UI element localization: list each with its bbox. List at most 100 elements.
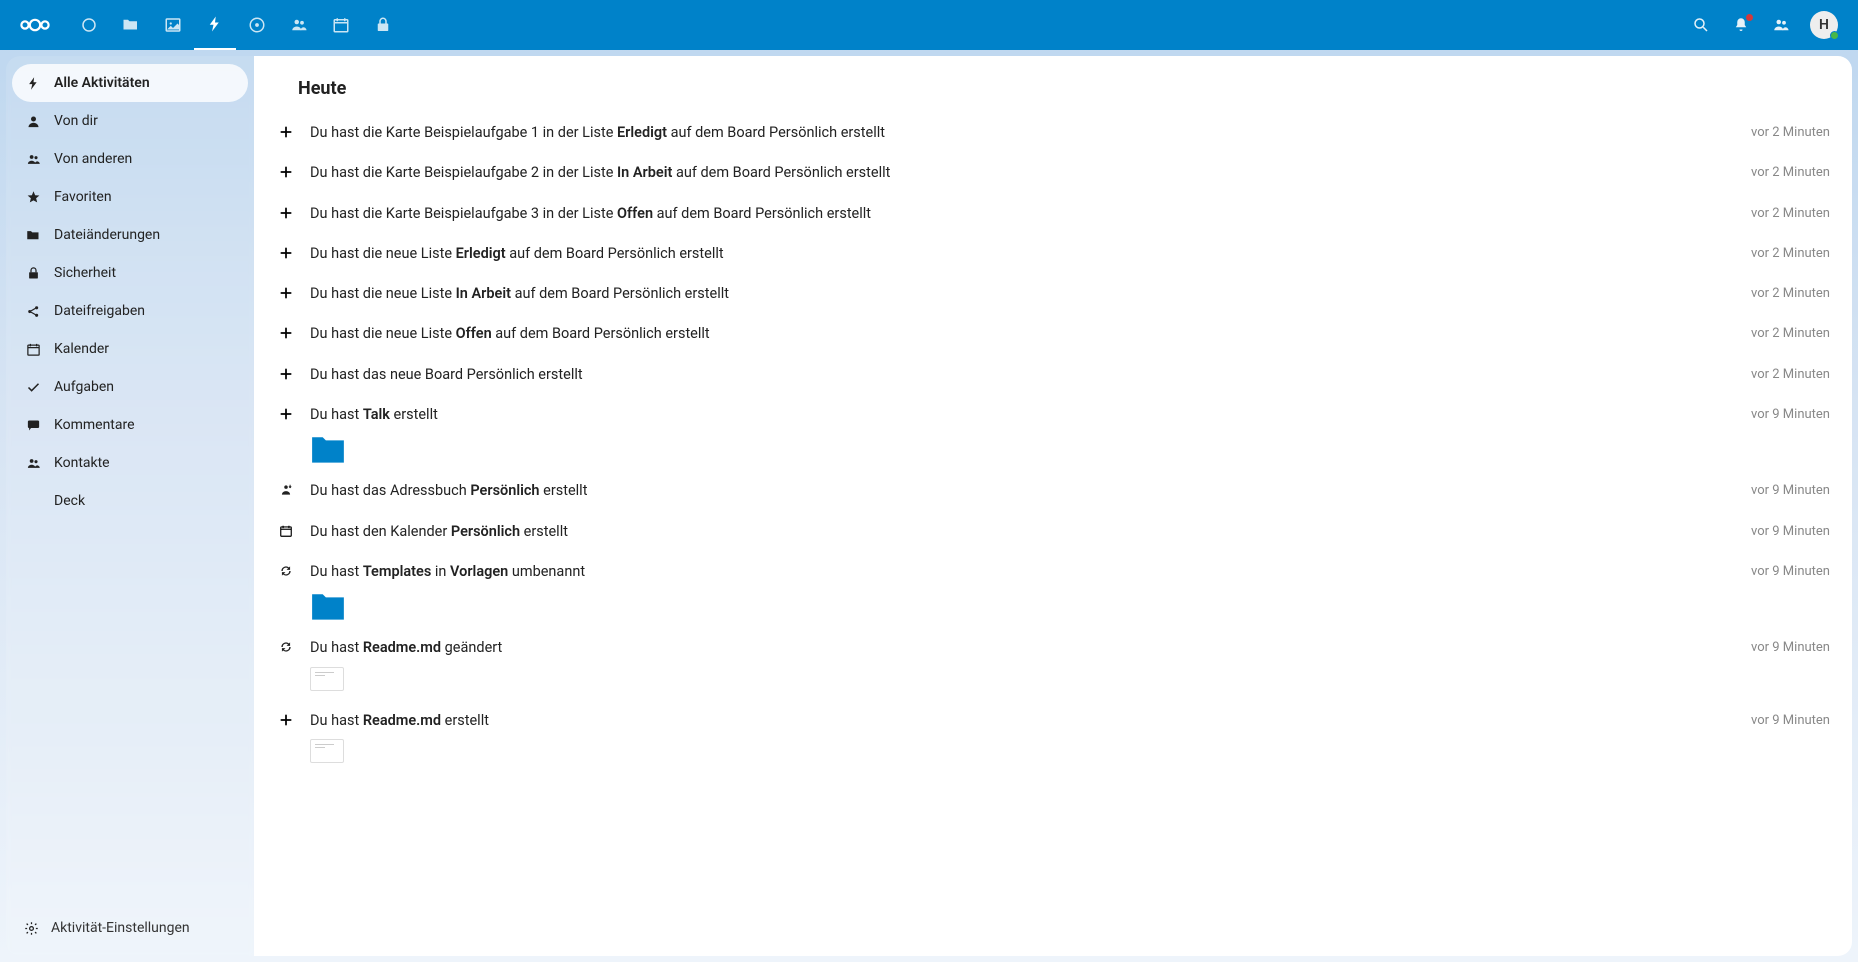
top-bar: H (0, 0, 1858, 50)
nav-passwords[interactable] (362, 0, 404, 50)
sidebar-item-label: Aufgaben (54, 379, 114, 395)
notifications-icon[interactable] (1730, 14, 1752, 36)
activity-time: vor 2 Minuten (1751, 324, 1830, 341)
activity-text: Du hast Readme.md geändert (310, 638, 1737, 690)
sidebar-item-label: Sicherheit (54, 265, 116, 281)
activity-text: Du hast Readme.md erstellt (310, 711, 1737, 763)
activity-row[interactable]: Du hast das neue Board Persönlich erstel… (276, 355, 1830, 395)
sidebar: Alle Aktivitäten Von dir Von anderen Favori… (6, 56, 254, 956)
activity-time: vor 2 Minuten (1751, 244, 1830, 261)
app-nav (68, 0, 404, 50)
activity-text: Du hast Talk erstellt (310, 405, 1737, 461)
activity-text: Du hast die neue Liste In Arbeit auf dem… (310, 284, 1737, 304)
sidebar-item-dateifreigaben[interactable]: Dateifreigaben (12, 292, 248, 330)
avatar-initial: H (1819, 17, 1829, 33)
gear-icon (24, 921, 39, 936)
activity-row[interactable]: Du hast den Kalender Persönlich erstellt… (276, 512, 1830, 552)
activity-row[interactable]: Du hast Readme.md erstellt vor 9 Minuten (276, 701, 1830, 773)
nav-dashboard[interactable] (68, 0, 110, 50)
sidebar-item-deck[interactable]: Deck (12, 482, 248, 520)
activity-text: Du hast die Karte Beispielaufgabe 3 in d… (310, 204, 1737, 224)
nav-talk[interactable] (236, 0, 278, 50)
activity-time: vor 2 Minuten (1751, 204, 1830, 221)
contacts-menu-icon[interactable] (1770, 14, 1792, 36)
plus-icon (276, 123, 296, 139)
activity-time: vor 2 Minuten (1751, 163, 1830, 180)
folder-icon (24, 228, 42, 243)
sidebar-item-label: Deck (54, 493, 85, 509)
activity-time: vor 2 Minuten (1751, 123, 1830, 140)
activity-text: Du hast das Adressbuch Persönlich erstel… (310, 481, 1737, 501)
section-title: Heute (254, 56, 1852, 113)
activity-text: Du hast die neue Liste Offen auf dem Boa… (310, 324, 1737, 344)
sync-icon (276, 638, 296, 654)
main-content: Heute Du hast die Karte Beispielaufgabe … (254, 56, 1852, 956)
sidebar-item-label: Kontakte (54, 455, 110, 471)
sidebar-item-label: Kommentare (54, 417, 135, 433)
plus-icon (276, 284, 296, 300)
activity-row[interactable]: Du hast die neue Liste Offen auf dem Boa… (276, 314, 1830, 354)
nav-contacts[interactable] (278, 0, 320, 50)
activity-row[interactable]: Du hast die Karte Beispielaufgabe 2 in d… (276, 153, 1830, 193)
file-thumb (310, 667, 344, 691)
activity-row[interactable]: Du hast die neue Liste In Arbeit auf dem… (276, 274, 1830, 314)
nextcloud-logo[interactable] (10, 13, 60, 37)
settings-label: Aktivität-Einstellungen (51, 920, 190, 936)
sidebar-item-kalender[interactable]: Kalender (12, 330, 248, 368)
plus-icon (276, 163, 296, 179)
sidebar-item-label: Alle Aktivitäten (54, 75, 150, 91)
bolt-icon (24, 76, 42, 91)
sidebar-item-von-dir[interactable]: Von dir (12, 102, 248, 140)
plus-icon (276, 244, 296, 260)
star-icon (24, 190, 42, 205)
nav-activity[interactable] (194, 0, 236, 50)
sidebar-item-label: Dateiänderungen (54, 227, 160, 243)
activity-time: vor 9 Minuten (1751, 711, 1830, 728)
sidebar-item-aufgaben[interactable]: Aufgaben (12, 368, 248, 406)
sidebar-item-dateiänderungen[interactable]: Dateiänderungen (12, 216, 248, 254)
activity-row[interactable]: Du hast Templates in Vorlagen umbenannt v… (276, 552, 1830, 628)
activity-row[interactable]: Du hast Readme.md geändert vor 9 Minuten (276, 628, 1830, 700)
sidebar-item-kontakte[interactable]: Kontakte (12, 444, 248, 482)
folder-thumb (310, 590, 346, 618)
calendar-icon (24, 342, 42, 357)
activity-row[interactable]: Du hast die Karte Beispielaufgabe 3 in d… (276, 194, 1830, 234)
sidebar-item-label: Von dir (54, 113, 98, 129)
check-icon (24, 380, 42, 395)
activity-time: vor 9 Minuten (1751, 405, 1830, 422)
contact-icon (24, 456, 42, 471)
plus-icon (276, 405, 296, 421)
activity-time: vor 2 Minuten (1751, 365, 1830, 382)
folder-thumb (310, 433, 346, 461)
plus-icon (276, 365, 296, 381)
activity-settings-link[interactable]: Aktivität-Einstellungen (12, 908, 248, 948)
activity-text: Du hast die neue Liste Erledigt auf dem … (310, 244, 1737, 264)
nav-calendar[interactable] (320, 0, 362, 50)
plus-icon (276, 711, 296, 727)
activity-time: vor 9 Minuten (1751, 638, 1830, 655)
share-icon (24, 304, 42, 319)
nav-files[interactable] (110, 0, 152, 50)
sidebar-item-sicherheit[interactable]: Sicherheit (12, 254, 248, 292)
search-icon[interactable] (1690, 14, 1712, 36)
sidebar-item-alle-aktivitäten[interactable]: Alle Aktivitäten (12, 64, 248, 102)
activity-row[interactable]: Du hast das Adressbuch Persönlich erstel… (276, 471, 1830, 511)
sidebar-item-label: Von anderen (54, 151, 132, 167)
lock-icon (24, 266, 42, 281)
activity-text: Du hast Templates in Vorlagen umbenannt (310, 562, 1737, 618)
activity-time: vor 2 Minuten (1751, 284, 1830, 301)
sidebar-item-label: Favoriten (54, 189, 112, 205)
sidebar-item-von-anderen[interactable]: Von anderen (12, 140, 248, 178)
calendar-icon (276, 522, 296, 538)
users-icon (24, 152, 42, 167)
activity-row[interactable]: Du hast die Karte Beispielaufgabe 1 in d… (276, 113, 1830, 153)
activity-time: vor 9 Minuten (1751, 562, 1830, 579)
user-avatar[interactable]: H (1810, 11, 1838, 39)
sidebar-item-kommentare[interactable]: Kommentare (12, 406, 248, 444)
activity-row[interactable]: Du hast die neue Liste Erledigt auf dem … (276, 234, 1830, 274)
sidebar-item-favoriten[interactable]: Favoriten (12, 178, 248, 216)
activity-row[interactable]: Du hast Talk erstellt vor 9 Minuten (276, 395, 1830, 471)
download-icon (276, 481, 296, 497)
plus-icon (276, 204, 296, 220)
nav-photos[interactable] (152, 0, 194, 50)
